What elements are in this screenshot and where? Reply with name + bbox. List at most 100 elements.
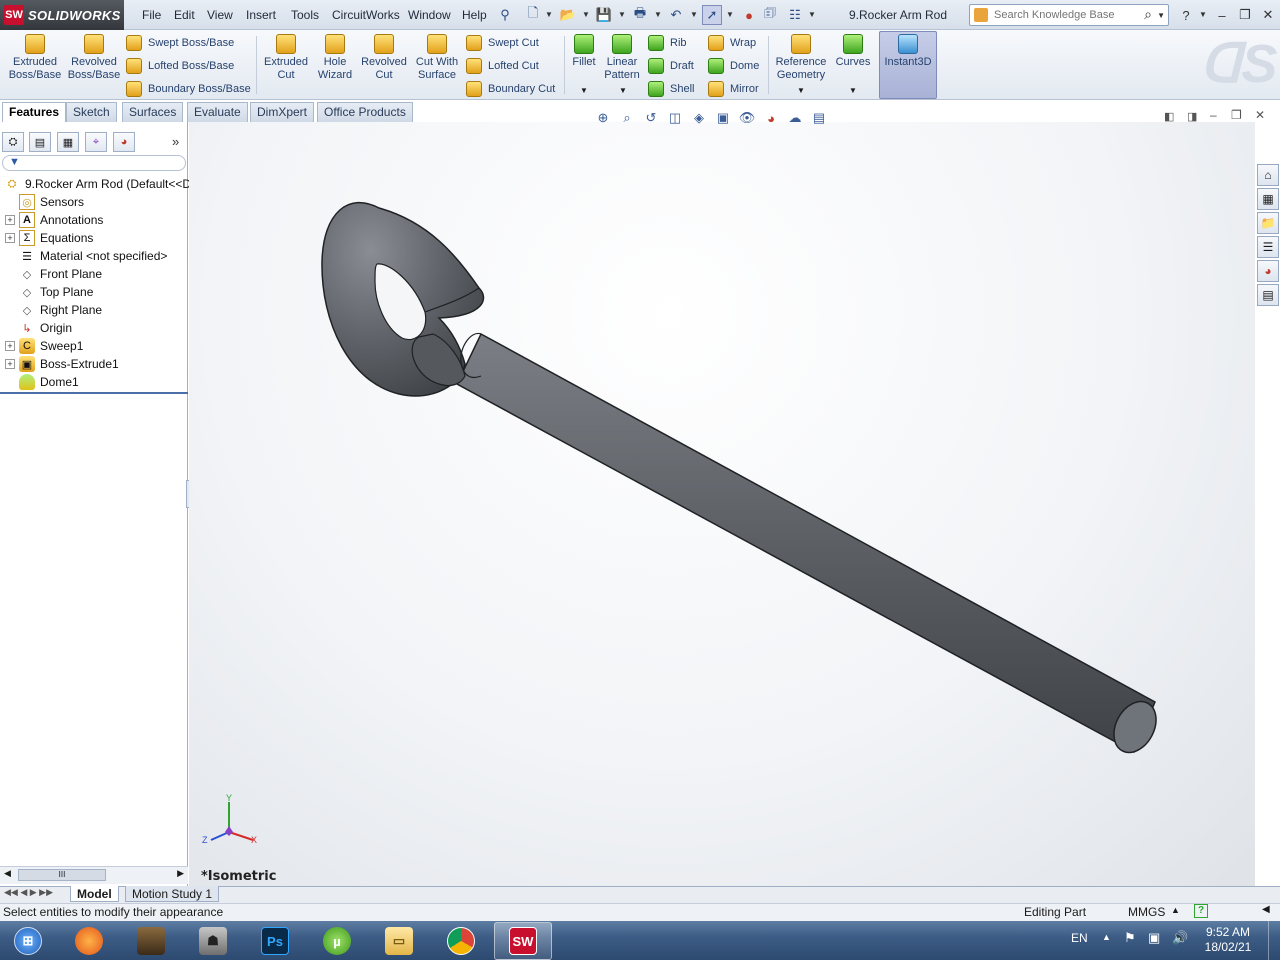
feature-tree-filter[interactable]: ▼	[2, 155, 186, 171]
reference-geometry-button[interactable]: Reference Geometry	[772, 34, 830, 82]
menu-file[interactable]: File	[142, 8, 161, 22]
file-explorer-icon[interactable]: 📁	[1257, 212, 1279, 234]
menu-help[interactable]: Help	[462, 8, 487, 22]
expand-icon[interactable]: +	[5, 359, 15, 369]
tree-item-equations[interactable]: + Σ Equations	[0, 229, 93, 247]
hole-wizard-button[interactable]: Hole Wizard	[313, 34, 357, 82]
dimxpert-manager-tab-icon[interactable]: ⌖	[85, 132, 107, 152]
rib-button[interactable]: Rib	[648, 35, 687, 51]
tab-dimxpert[interactable]: DimXpert	[250, 102, 315, 122]
tree-item-sensors[interactable]: ◎ Sensors	[0, 193, 84, 211]
taskbar-photoshop[interactable]: Ps	[246, 922, 304, 960]
taskbar-file-explorer[interactable]: ▭	[370, 922, 428, 960]
expand-panel-chevron-icon[interactable]: »	[172, 134, 179, 149]
linear-pattern-button[interactable]: Linear Pattern	[601, 34, 643, 82]
scroll-right-icon[interactable]: ▶	[177, 868, 184, 879]
open-dropdown-icon[interactable]: ▼	[582, 10, 590, 19]
appearances-icon[interactable]: ◕	[1257, 260, 1279, 282]
taskbar-game[interactable]	[122, 922, 180, 960]
cut-with-surface-button[interactable]: Cut With Surface	[412, 34, 462, 82]
open-folder-icon[interactable]: 📂	[558, 5, 578, 25]
units-dropdown-icon[interactable]: ▲	[1171, 905, 1180, 915]
search-box[interactable]: ⌕ ▼	[969, 4, 1169, 26]
viewport-restore-icon[interactable]: ❐	[1231, 108, 1242, 122]
network-icon[interactable]: ▣	[1148, 930, 1160, 946]
options-icon[interactable]: ☷	[785, 5, 805, 25]
menu-view[interactable]: View	[207, 8, 233, 22]
menu-window[interactable]: Window	[408, 8, 451, 22]
print-icon[interactable]: 🖶	[630, 5, 650, 25]
tab-evaluate[interactable]: Evaluate	[187, 102, 248, 122]
taskbar-utorrent[interactable]: µ	[308, 922, 366, 960]
expand-icon[interactable]: +	[5, 215, 15, 225]
graphics-area[interactable]: Y X Z	[189, 122, 1255, 886]
boundary-cut-button[interactable]: Boundary Cut	[466, 81, 555, 97]
show-hidden-icons-icon[interactable]: ▲	[1102, 932, 1111, 942]
fillet-dropdown-icon[interactable]: ▼	[580, 86, 588, 95]
pin-icon[interactable]: ⚲	[495, 5, 515, 25]
zoom-to-area-icon[interactable]: ⌕	[618, 109, 636, 127]
swept-boss-button[interactable]: Swept Boss/Base	[126, 35, 234, 51]
shell-button[interactable]: Shell	[648, 81, 694, 97]
edit-appearance-icon[interactable]: ◕	[762, 109, 780, 127]
search-dropdown-icon[interactable]: ▼	[1157, 11, 1165, 20]
scroll-left-icon[interactable]: ◀	[4, 868, 11, 879]
undo-dropdown-icon[interactable]: ▼	[690, 10, 698, 19]
print-dropdown-icon[interactable]: ▼	[654, 10, 662, 19]
viewport-split-icon[interactable]: ◨	[1187, 110, 1197, 123]
apply-scene-icon[interactable]: ☁	[786, 109, 804, 127]
tab-motion-study[interactable]: Motion Study 1	[125, 886, 220, 902]
lofted-boss-button[interactable]: Lofted Boss/Base	[126, 58, 234, 74]
display-manager-tab-icon[interactable]: ◕	[113, 132, 135, 152]
display-style-icon[interactable]: ▣	[714, 109, 732, 127]
tree-item-sweep1[interactable]: + C Sweep1	[0, 337, 83, 355]
scroll-thumb[interactable]: III	[18, 869, 106, 881]
system-clock[interactable]: 9:52 AM 18/02/21	[1198, 925, 1258, 955]
viewport-minimize-icon[interactable]: –	[1210, 108, 1217, 122]
save-dropdown-icon[interactable]: ▼	[618, 10, 626, 19]
tree-item-boss-extrude1[interactable]: + ▣ Boss-Extrude1	[0, 355, 119, 373]
design-library-icon[interactable]: ▦	[1257, 188, 1279, 210]
extruded-boss-button[interactable]: Extruded Boss/Base	[8, 34, 62, 82]
viewport-close-icon[interactable]: ✕	[1255, 108, 1265, 122]
eye-loop[interactable]	[321, 202, 485, 397]
taskbar-counter-strike[interactable]: ☗	[184, 922, 242, 960]
tree-root[interactable]: ⛭ 9.Rocker Arm Rod (Default<<D	[0, 175, 191, 193]
search-icon[interactable]: ⌕	[1144, 6, 1152, 23]
restore-icon[interactable]: ❐	[1235, 6, 1255, 24]
property-manager-tab-icon[interactable]: ▤	[29, 132, 51, 152]
tab-surfaces[interactable]: Surfaces	[122, 102, 184, 122]
mirror-button[interactable]: Mirror	[708, 81, 759, 97]
solidworks-logo[interactable]: SW SOLIDWORKS	[0, 0, 124, 30]
wrap-button[interactable]: Wrap	[708, 35, 756, 51]
new-dropdown-icon[interactable]: ▼	[545, 10, 553, 19]
rod-shaft[interactable]	[456, 332, 1164, 760]
tree-item-annotations[interactable]: + A Annotations	[0, 211, 103, 229]
taskbar-solidworks[interactable]: SW	[494, 922, 552, 960]
tree-item-top-plane[interactable]: ◇ Top Plane	[0, 283, 94, 301]
zoom-to-fit-icon[interactable]: ⊕	[594, 109, 612, 127]
tree-item-material[interactable]: ☰ Material <not specified>	[0, 247, 167, 265]
model-viewport[interactable]	[189, 122, 1255, 886]
extruded-cut-button[interactable]: Extruded Cut	[262, 34, 310, 82]
custom-properties-icon[interactable]: ▤	[1257, 284, 1279, 306]
menu-edit[interactable]: Edit	[174, 8, 195, 22]
tab-features[interactable]: Features	[2, 102, 67, 122]
draft-button[interactable]: Draft	[648, 58, 694, 74]
previous-view-icon[interactable]: ↺	[642, 109, 660, 127]
expand-icon[interactable]: +	[5, 233, 15, 243]
quick-tips-icon[interactable]: ?	[1194, 904, 1208, 918]
revolved-boss-button[interactable]: Revolved Boss/Base	[67, 34, 121, 82]
volume-icon[interactable]: 🔊	[1172, 930, 1188, 946]
tab-scroll-arrows-icon[interactable]: ◀◀ ◀ ▶ ▶▶	[4, 887, 53, 898]
select-arrow-icon[interactable]: ➚	[702, 5, 722, 25]
feature-manager-tab-icon[interactable]: ⛭	[2, 132, 24, 152]
action-center-flag-icon[interactable]: ⚑	[1124, 930, 1136, 946]
rollback-bar[interactable]	[0, 392, 188, 394]
revolved-cut-button[interactable]: Revolved Cut	[360, 34, 408, 82]
help-icon[interactable]: ?	[1176, 6, 1196, 24]
menu-insert[interactable]: Insert	[246, 8, 276, 22]
menu-tools[interactable]: Tools	[291, 8, 319, 22]
fillet-button[interactable]: Fillet	[568, 34, 600, 69]
show-desktop-button[interactable]	[1268, 921, 1280, 960]
